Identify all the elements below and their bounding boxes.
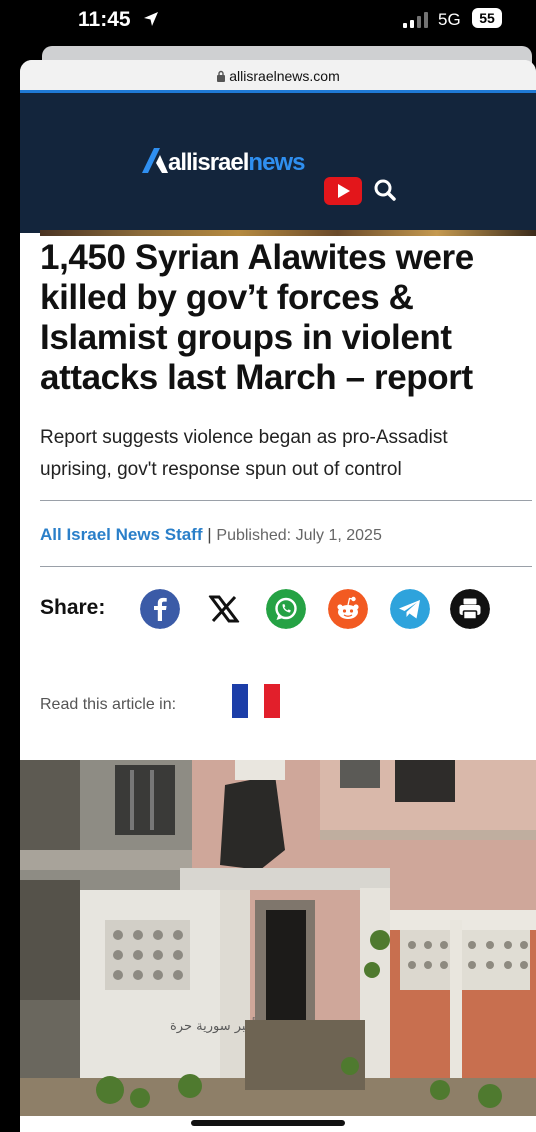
article-subheadline: Report suggests violence began as pro-As… <box>40 427 448 480</box>
status-bar: 11:45 5G 55 <box>0 0 536 40</box>
divider <box>40 500 532 501</box>
x-icon[interactable] <box>204 589 244 629</box>
status-time: 11:45 <box>78 8 131 31</box>
logo-text-allisrael: allisrael <box>168 149 249 176</box>
byline: All Israel News Staff | Published: July … <box>40 525 382 545</box>
url-text: allisraelnews.com <box>229 68 340 84</box>
published-date: Published: July 1, 2025 <box>216 527 382 544</box>
facebook-icon[interactable] <box>140 589 180 629</box>
hero-image-strip <box>40 230 536 236</box>
location-arrow-icon <box>144 12 158 26</box>
youtube-icon[interactable] <box>324 177 362 205</box>
signal-icon <box>403 12 433 28</box>
byline-separator: | <box>207 525 212 544</box>
network-label: 5G <box>438 10 461 29</box>
share-label: Share: <box>40 596 106 619</box>
article-headline: 1,450 Syrian Alawites were killed by gov… <box>40 238 474 397</box>
article-photo: الله أكبر سورية حرة <box>20 760 536 1116</box>
divider <box>40 566 532 567</box>
lock-icon <box>217 70 226 82</box>
logo-mark-icon <box>142 148 168 173</box>
battery-indicator: 55 <box>472 8 502 28</box>
url-bar[interactable]: allisraelnews.com <box>20 60 536 90</box>
author-link[interactable]: All Israel News Staff <box>40 525 203 544</box>
logo-text-news: news <box>248 149 305 176</box>
browser-sheet: allisraelnews.com allisraelnews 1,450 Sy… <box>20 60 536 1132</box>
search-icon[interactable] <box>372 177 398 203</box>
site-header: allisraelnews <box>20 90 536 233</box>
french-flag-icon[interactable] <box>232 684 280 718</box>
translate-label: Read this article in: <box>40 696 177 713</box>
print-icon[interactable] <box>450 589 490 629</box>
reddit-icon[interactable] <box>328 589 368 629</box>
telegram-icon[interactable] <box>390 589 430 629</box>
whatsapp-icon[interactable] <box>266 589 306 629</box>
home-indicator[interactable] <box>191 1120 345 1126</box>
